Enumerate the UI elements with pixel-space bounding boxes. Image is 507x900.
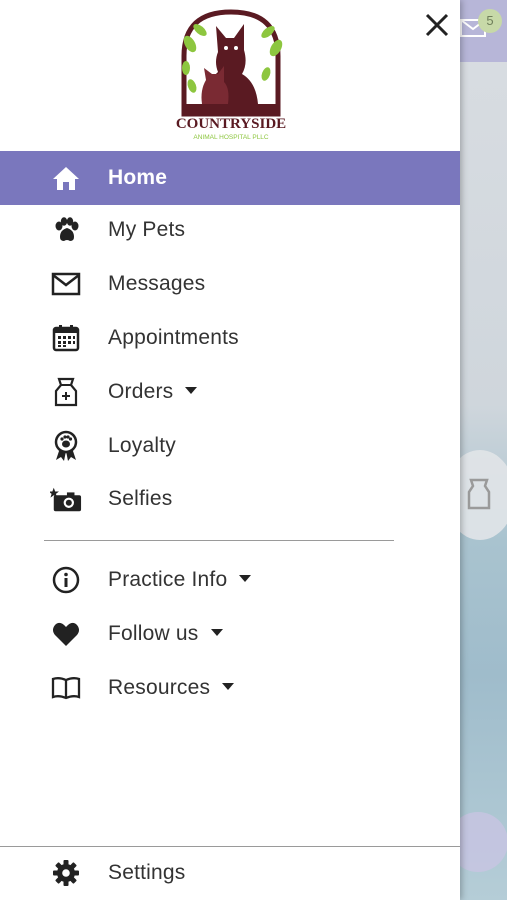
menu-item-selfies[interactable]: Selfies	[0, 472, 460, 526]
menu-label-resources: Resources	[108, 676, 235, 700]
menu-label-orders: Orders	[108, 380, 198, 404]
calendar-icon	[50, 322, 82, 354]
countryside-logo: COUNTRYSIDE ANIMAL HOSPITAL PLLC	[176, 9, 286, 141]
menu-item-messages[interactable]: Messages	[0, 257, 460, 311]
menu-label-practice-info: Practice Info	[108, 568, 252, 592]
menu-item-resources[interactable]: Resources	[0, 661, 460, 715]
food-bag-icon	[50, 376, 82, 408]
chevron-down-icon	[222, 682, 235, 690]
paw-icon	[50, 214, 82, 246]
menu-label-home: Home	[108, 166, 168, 189]
menu-label-appointments: Appointments	[108, 326, 239, 349]
menu-item-settings[interactable]: Settings	[0, 846, 460, 900]
logo-subtext: ANIMAL HOSPITAL PLLC	[193, 134, 269, 141]
award-ribbon-icon	[50, 430, 82, 462]
heart-icon	[50, 618, 82, 650]
menu-item-follow-us[interactable]: Follow us	[0, 607, 460, 661]
menu-item-loyalty[interactable]: Loyalty	[0, 419, 460, 473]
background-orders-button	[460, 450, 507, 540]
chevron-down-icon	[185, 386, 198, 394]
menu-item-appointments[interactable]: Appointments	[0, 311, 460, 365]
close-button[interactable]	[420, 8, 454, 42]
gear-icon	[50, 857, 82, 889]
notification-badge[interactable]: 5	[478, 9, 502, 33]
menu-label-follow-us: Follow us	[108, 622, 223, 646]
background-app: 5	[460, 0, 507, 900]
menu-label-settings: Settings	[108, 861, 186, 884]
menu-divider	[44, 540, 394, 541]
logo-text: COUNTRYSIDE	[176, 116, 286, 132]
menu-item-home[interactable]: Home	[0, 151, 460, 205]
camera-icon	[50, 483, 82, 515]
chevron-down-icon	[210, 628, 223, 636]
book-icon	[50, 672, 82, 704]
background-fab	[460, 812, 507, 872]
navigation-drawer: COUNTRYSIDE ANIMAL HOSPITAL PLLC Home My…	[0, 0, 460, 900]
menu-item-orders[interactable]: Orders	[0, 365, 460, 419]
menu-label-messages: Messages	[108, 272, 206, 295]
info-icon	[50, 564, 82, 596]
menu-item-practice-info[interactable]: Practice Info	[0, 553, 460, 607]
home-icon	[50, 162, 82, 194]
menu-label-loyalty: Loyalty	[108, 434, 176, 457]
menu-label-my-pets: My Pets	[108, 218, 186, 241]
background-header: 5	[460, 0, 507, 62]
menu-item-my-pets[interactable]: My Pets	[0, 203, 460, 257]
mail-icon	[50, 268, 82, 300]
chevron-down-icon	[239, 574, 252, 582]
menu-label-selfies: Selfies	[108, 487, 173, 510]
close-icon	[425, 13, 449, 37]
